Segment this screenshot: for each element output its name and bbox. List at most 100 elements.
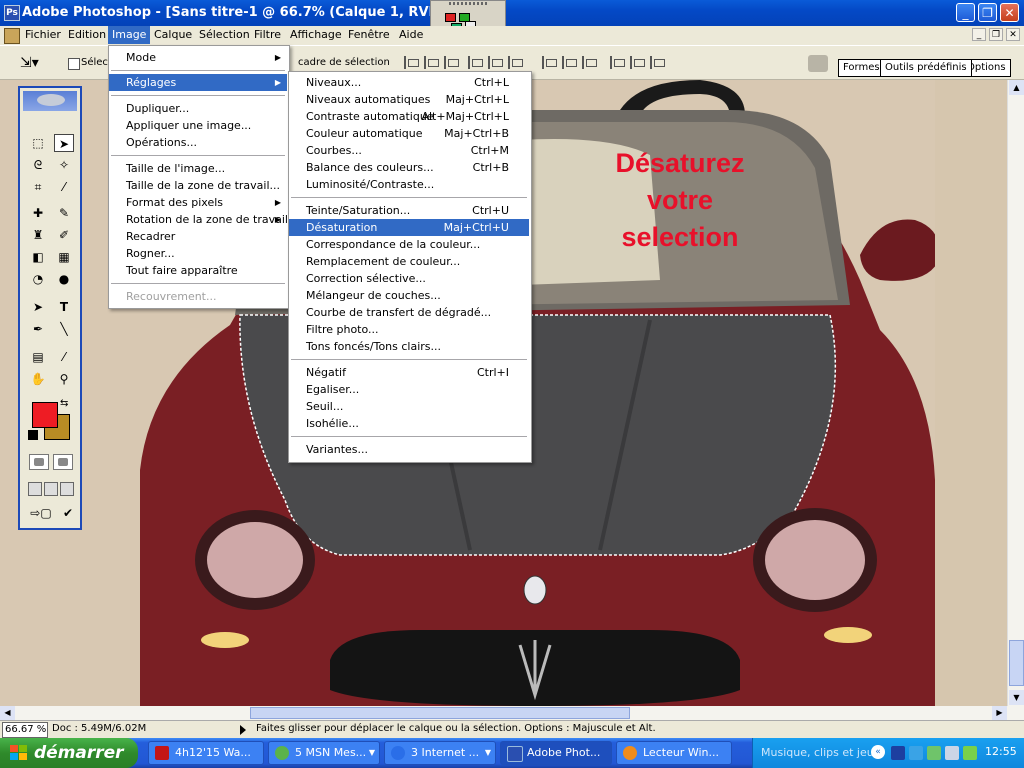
vertical-scrollbar[interactable]: ▲ ▼ [1007, 80, 1024, 706]
gradient-tool-icon[interactable]: ▦ [54, 248, 74, 266]
adj-balance-couleurs[interactable]: Balance des couleurs... Ctrl+B [289, 159, 529, 176]
adj-teinte-saturation[interactable]: Teinte/Saturation... Ctrl+U [289, 202, 529, 219]
quick-mask-mode-icon[interactable] [53, 454, 73, 470]
move-tool-icon[interactable]: ➤ [54, 134, 74, 152]
align-left-icon[interactable] [468, 56, 485, 69]
eraser-tool-icon[interactable]: ◧ [28, 248, 48, 266]
well-tab-outils-predefinis[interactable]: Outils prédéfinis [880, 59, 972, 77]
standard-mode-icon[interactable] [29, 454, 49, 470]
tray-app-icon[interactable] [891, 746, 905, 760]
brush-tool-icon[interactable]: ✎ [54, 204, 74, 222]
adj-couleur-automatique[interactable]: Couleur automatique Maj+Ctrl+B [289, 125, 529, 142]
menu-edition[interactable]: Edition [64, 26, 110, 44]
image-menu-rotation[interactable]: Rotation de la zone de travail ▶ [109, 211, 288, 228]
align-hcenter-icon[interactable] [488, 56, 505, 69]
distribute-bottom-icon[interactable] [582, 56, 599, 69]
image-menu-rogner[interactable]: Rogner... [109, 245, 287, 262]
image-menu-reglages[interactable]: Réglages ▶ [109, 74, 287, 91]
adj-egaliser[interactable]: Egaliser... [289, 381, 529, 398]
image-menu-tout-faire-apparaitre[interactable]: Tout faire apparaître [109, 262, 287, 279]
image-menu-operations[interactable]: Opérations... [109, 134, 287, 151]
auto-select-checkbox[interactable] [68, 58, 80, 70]
menu-filtre[interactable]: Filtre [250, 26, 285, 44]
maximize-icon[interactable]: ❐ [978, 3, 997, 22]
align-right-icon[interactable] [508, 56, 525, 69]
adj-courbes[interactable]: Courbes... Ctrl+M [289, 142, 529, 159]
minimize-icon[interactable]: _ [956, 3, 975, 22]
task-winamp[interactable]: 4h12'15 Wa... [148, 741, 264, 765]
jump-to-imageready-icon[interactable]: ⇨▢ [28, 504, 54, 522]
adj-isohelie[interactable]: Isohélie... [289, 415, 529, 432]
adj-seuil[interactable]: Seuil... [289, 398, 529, 415]
move-tool-preset-icon[interactable]: ⇲▾ [20, 54, 42, 72]
adj-negatif[interactable]: Négatif Ctrl+I [289, 364, 529, 381]
notes-tool-icon[interactable]: ▤ [28, 348, 48, 366]
adj-desaturation[interactable]: Désaturation Maj+Ctrl+U [289, 219, 529, 236]
adj-courbe-transfert-degrade[interactable]: Courbe de transfert de dégradé... [289, 304, 529, 321]
file-browser-icon[interactable] [808, 55, 828, 72]
marquee-tool-icon[interactable]: ⬚ [28, 134, 48, 152]
adj-contraste-automatique[interactable]: Contraste automatique Alt+Maj+Ctrl+L [289, 108, 529, 125]
pen-tool-icon[interactable]: ✒ [28, 320, 48, 338]
history-brush-tool-icon[interactable]: ✐ [54, 226, 74, 244]
distribute-top-icon[interactable] [542, 56, 559, 69]
distribute-vcenter-icon[interactable] [562, 56, 579, 69]
close-icon[interactable]: ✕ [1000, 3, 1019, 22]
adj-correspondance-couleur[interactable]: Correspondance de la couleur... [289, 236, 529, 253]
adj-correction-selective[interactable]: Correction sélective... [289, 270, 529, 287]
task-msn[interactable]: 5 MSN Mes... ▼ [268, 741, 380, 765]
menu-affichage[interactable]: Affichage [286, 26, 346, 44]
vertical-scroll-thumb[interactable] [1009, 640, 1024, 686]
adj-niveaux[interactable]: Niveaux... Ctrl+L [289, 74, 529, 91]
menu-image[interactable]: Image [108, 26, 151, 44]
healing-brush-tool-icon[interactable]: ✚ [28, 204, 48, 222]
status-menu-arrow-icon[interactable] [240, 725, 246, 735]
menu-selection[interactable]: Sélection [195, 26, 254, 44]
crop-tool-icon[interactable]: ⌗ [28, 178, 48, 196]
hand-tool-icon[interactable]: ✋ [28, 370, 48, 388]
screen-mode-standard-icon[interactable] [28, 482, 42, 496]
adj-tons-fonces-clairs[interactable]: Tons foncés/Tons clairs... [289, 338, 529, 355]
image-menu-taille-zone-travail[interactable]: Taille de la zone de travail... [109, 177, 287, 194]
adj-melangeur-couches[interactable]: Mélangeur de couches... [289, 287, 529, 304]
menu-aide[interactable]: Aide [395, 26, 427, 44]
distribute-hcenter-icon[interactable] [630, 56, 647, 69]
image-menu-taille-image[interactable]: Taille de l'image... [109, 160, 287, 177]
doc-restore-icon[interactable]: ❐ [989, 28, 1003, 41]
tray-volume-icon[interactable] [945, 746, 959, 760]
menu-calque[interactable]: Calque [150, 26, 196, 44]
start-button[interactable]: démarrer [0, 738, 138, 768]
swap-colors-icon[interactable]: ⇆ [60, 398, 68, 409]
tray-windows-icon[interactable] [963, 746, 977, 760]
image-menu-dupliquer[interactable]: Dupliquer... [109, 100, 287, 117]
align-bottom-icon[interactable] [444, 56, 461, 69]
adj-niveaux-automatiques[interactable]: Niveaux automatiques Maj+Ctrl+L [289, 91, 529, 108]
zoom-field[interactable]: 66.67 % [2, 722, 48, 738]
tray-network-icon[interactable] [909, 746, 923, 760]
blur-tool-icon[interactable]: ◔ [28, 270, 48, 288]
line-tool-icon[interactable]: ╲ [54, 320, 74, 338]
well-tab-formes[interactable]: Formes [838, 59, 885, 77]
screen-mode-full-icon[interactable] [60, 482, 74, 496]
distribute-right-icon[interactable] [650, 56, 667, 69]
doc-close-icon[interactable]: ✕ [1006, 28, 1020, 41]
distribute-left-icon[interactable] [610, 56, 627, 69]
scroll-down-icon[interactable]: ▼ [1009, 690, 1024, 705]
checkmark-icon[interactable]: ✔ [58, 504, 78, 522]
dodge-tool-icon[interactable]: ● [54, 270, 74, 288]
document-menu-icon[interactable] [4, 28, 20, 44]
default-colors-icon[interactable] [28, 430, 38, 440]
horizontal-scrollbar[interactable]: ◀ ▶ [0, 706, 1024, 720]
type-tool-icon[interactable]: T [54, 298, 74, 316]
clone-stamp-tool-icon[interactable]: ♜ [28, 226, 48, 244]
task-photoshop[interactable]: Adobe Phot... [500, 741, 612, 765]
magic-wand-tool-icon[interactable]: ✧ [54, 156, 74, 174]
image-menu-mode[interactable]: Mode ▶ [109, 49, 287, 66]
toolbox-header[interactable] [23, 91, 77, 111]
scroll-left-icon[interactable]: ◀ [0, 706, 15, 720]
image-menu-format-pixels[interactable]: Format des pixels ▶ [109, 194, 287, 211]
tray-msn-icon[interactable] [927, 746, 941, 760]
task-internet[interactable]: 3 Internet ... ▼ [384, 741, 496, 765]
menu-fenetre[interactable]: Fenêtre [344, 26, 394, 44]
screen-mode-full-menu-icon[interactable] [44, 482, 58, 496]
